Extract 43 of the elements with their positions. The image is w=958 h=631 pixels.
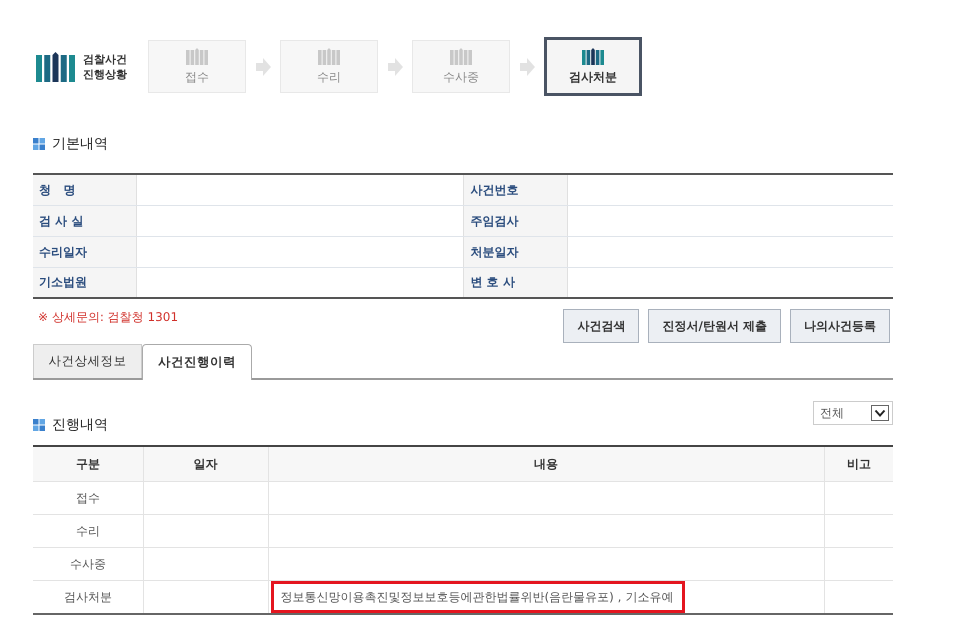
field-label: 사건번호 bbox=[463, 174, 567, 205]
arrow-icon bbox=[520, 58, 534, 76]
logo-text: 검찰사건 bbox=[83, 52, 127, 66]
field-label: 변 호 사 bbox=[463, 267, 567, 298]
bars-icon bbox=[318, 48, 340, 65]
table-cell: 접수 bbox=[33, 481, 143, 514]
section-icon bbox=[33, 138, 45, 150]
field-label: 처분일자 bbox=[463, 236, 567, 267]
section-icon bbox=[33, 419, 45, 431]
column-header: 내용 bbox=[268, 446, 824, 481]
content-text: 정보통신망이용촉진및정보보호등에관한법률위반(음란물유포) , 기소유예 bbox=[280, 588, 674, 606]
field-label: 수리일자 bbox=[33, 236, 136, 267]
action-button[interactable]: 사건검색 bbox=[563, 309, 640, 343]
action-button[interactable]: 나의사건등록 bbox=[790, 309, 890, 343]
bars-icon bbox=[450, 48, 472, 65]
table-cell: 수리 bbox=[33, 514, 143, 547]
bars-icon bbox=[582, 48, 604, 65]
table-cell: 검사처분 bbox=[33, 580, 143, 614]
field-label: 기소법원 bbox=[33, 267, 136, 298]
bars-icon bbox=[186, 48, 208, 65]
logo-icon bbox=[36, 52, 75, 82]
filter-dropdown[interactable]: 전체 bbox=[813, 401, 893, 425]
column-header: 일자 bbox=[143, 446, 268, 481]
logo-text: 진행상황 bbox=[83, 66, 127, 82]
tab[interactable]: 사건상세정보 bbox=[33, 344, 142, 378]
field-label: 주임검사 bbox=[463, 205, 567, 236]
step-label: 검사처분 bbox=[569, 70, 617, 85]
arrow-icon bbox=[256, 58, 270, 76]
step-label: 접수 bbox=[185, 70, 209, 85]
step-label: 수사중 bbox=[443, 70, 479, 85]
arrow-icon bbox=[388, 58, 402, 76]
table-cell: 수사중 bbox=[33, 547, 143, 580]
caret-icon bbox=[871, 405, 889, 421]
tab[interactable]: 사건진행이력 bbox=[142, 344, 252, 380]
action-button[interactable]: 진정서/탄원서 제출 bbox=[648, 309, 781, 343]
field-label: 검 사 실 bbox=[33, 205, 136, 236]
column-header: 구분 bbox=[33, 446, 143, 481]
notice-text: ※ 상세문의: 검찰청 1301 bbox=[37, 309, 178, 325]
column-header: 비고 bbox=[824, 446, 893, 481]
section-title: 기본내역 bbox=[52, 135, 108, 154]
step-label: 수리 bbox=[317, 70, 341, 85]
field-label: 청 명 bbox=[33, 174, 136, 205]
section-title: 진행내역 bbox=[52, 416, 108, 435]
